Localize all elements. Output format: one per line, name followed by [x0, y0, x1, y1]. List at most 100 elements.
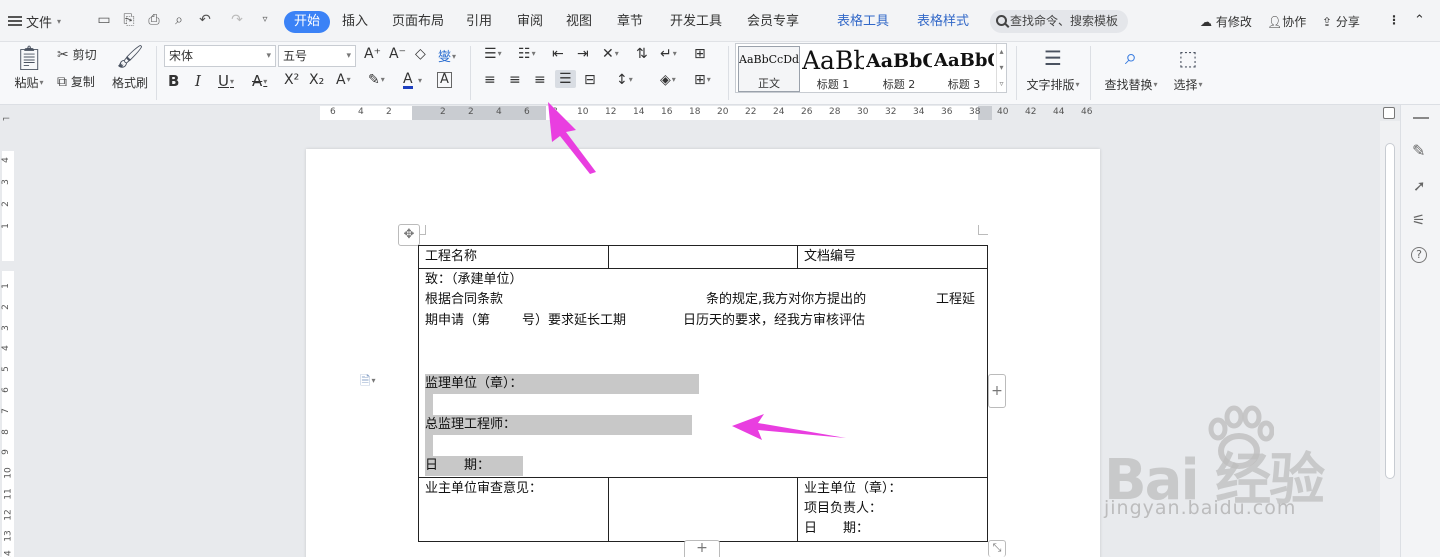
file-menu-button[interactable]: 文件 ▾	[8, 10, 61, 32]
underline-icon[interactable]: U▾	[218, 72, 234, 90]
collapse-ribbon-icon[interactable]: ⌃	[1414, 13, 1425, 28]
share-button[interactable]: ⇪ 分享	[1322, 13, 1360, 30]
style-heading-3[interactable]: AaBbC 标题 3	[934, 46, 994, 92]
cut-button[interactable]: ✂ 剪切	[57, 46, 97, 63]
ruler-number: 44	[1053, 107, 1065, 117]
font-color-icon[interactable]: A	[403, 72, 413, 89]
vertical-scrollbar[interactable]	[1380, 121, 1400, 557]
print-icon[interactable]: ⎙	[145, 11, 163, 29]
vertical-ruler[interactable]: 4 3 2 1 1 2 3 4 5 6 7 8 9 10 11 12 13 14	[0, 121, 16, 557]
copy-icon: ⧉	[57, 74, 67, 90]
show-marks-icon[interactable]: ↵▾	[660, 46, 677, 62]
highlight-icon[interactable]: ✎▾	[368, 72, 385, 88]
separator	[156, 46, 157, 100]
ruler-number: 10	[577, 107, 589, 117]
text-effect-icon[interactable]: A▾	[336, 72, 351, 88]
more-icon[interactable]: ⋮	[1388, 13, 1400, 27]
settings-sliders-icon[interactable]: ⚟	[1412, 211, 1425, 229]
tab-member[interactable]: 会员专享	[747, 11, 799, 33]
collab-button[interactable]: 👤︎协作	[1267, 13, 1306, 30]
strikethrough-icon[interactable]: A▾	[252, 72, 267, 90]
tab-table-style[interactable]: 表格样式	[917, 11, 969, 33]
find-replace-button[interactable]: ⌕ 查找替换▾	[1102, 44, 1160, 93]
owner-review-value[interactable]	[608, 477, 798, 542]
paste-button[interactable]: 📋︎ 粘贴▾	[12, 44, 46, 91]
align-left-icon[interactable]: ≡	[484, 72, 496, 88]
document-number-label[interactable]: 文档编号	[797, 245, 988, 269]
superscript-icon[interactable]: X²	[284, 72, 299, 88]
paragraph-marker-icon[interactable]: 🗎︎▾	[360, 372, 375, 394]
pointer-icon[interactable]: ➚	[1413, 177, 1426, 195]
tab-references[interactable]: 引用	[466, 11, 492, 33]
distributed-align-icon[interactable]: ⊟	[584, 72, 596, 88]
add-column-button[interactable]: +	[988, 374, 1006, 408]
horizontal-ruler[interactable]: 6 4 2 2 2 4 6 8 10 12 14 16 18 20 22 24 26 28 30 32 34 36 38 40…	[0, 105, 1400, 121]
tab-review[interactable]: 审阅	[517, 11, 543, 33]
increase-indent-icon[interactable]: ⇥	[577, 46, 589, 62]
tab-section[interactable]: 章节	[617, 11, 643, 33]
command-search-input[interactable]: 查找命令、搜索模板	[990, 10, 1128, 33]
style-heading-1[interactable]: AaBb 标题 1	[802, 46, 864, 92]
ruler-number: 8	[0, 428, 11, 435]
table-move-handle-icon[interactable]: ✥	[398, 224, 420, 246]
save-icon[interactable]: ▭	[95, 11, 113, 29]
align-center-icon[interactable]: ≡	[509, 72, 521, 88]
sort-icon[interactable]: ⇅	[636, 46, 648, 62]
ruler-number: 4	[0, 157, 11, 163]
redo-icon[interactable]: ↷	[228, 11, 246, 29]
pen-icon[interactable]: ✎	[1412, 141, 1425, 160]
project-name-label[interactable]: 工程名称	[418, 245, 609, 269]
select-button[interactable]: ⬚ 选择▾	[1168, 44, 1208, 93]
phonetic-guide-icon[interactable]: 燮▾	[438, 46, 456, 65]
customize-toolbar-icon[interactable]: ▿	[256, 11, 274, 29]
style-heading-2[interactable]: AaBbC 标题 2	[866, 46, 932, 92]
panel-collapse-icon[interactable]	[1413, 117, 1429, 119]
format-painter-button[interactable]: 🖌︎ 格式刷	[110, 44, 150, 91]
italic-icon[interactable]: I	[195, 72, 201, 90]
bold-icon[interactable]: B	[168, 72, 179, 90]
style-gallery-scroll[interactable]: ▴ ▾ ▿	[996, 44, 1006, 92]
tab-table-tools[interactable]: 表格工具	[837, 11, 889, 33]
help-icon[interactable]: ?	[1411, 247, 1427, 263]
chevron-down-icon: ▾	[57, 16, 62, 26]
align-right-icon[interactable]: ≡	[534, 72, 546, 88]
tab-insert[interactable]: 插入	[342, 11, 368, 33]
clear-format-icon[interactable]: ◇	[415, 46, 426, 62]
table-resize-handle-icon[interactable]: ⤡	[988, 540, 1006, 557]
shrink-font-icon[interactable]: A⁻	[389, 46, 406, 62]
changes-button[interactable]: ☁ 有修改	[1200, 13, 1252, 30]
borders-icon[interactable]: ⊞▾	[694, 72, 711, 88]
share-icon: ⇪	[1322, 15, 1333, 29]
decrease-indent-icon[interactable]: ⇤	[552, 46, 564, 62]
chinese-layout-icon[interactable]: ✕▾	[602, 46, 619, 62]
project-name-value[interactable]	[608, 245, 798, 269]
char-border-icon[interactable]: A	[437, 72, 452, 88]
export-icon[interactable]: ⎘	[120, 11, 138, 29]
format-painter-label: 格式刷	[111, 76, 148, 90]
split-view-icon[interactable]	[1383, 107, 1395, 119]
bullet-list-icon[interactable]: ☰▾	[484, 46, 502, 62]
justify-icon[interactable]: ☰	[555, 70, 576, 88]
approval-content-cell[interactable]: 致：（承建单位） 根据合同条款 条的规定,我方对你方提出的 工程延 期申请（第 …	[418, 268, 988, 478]
line-spacing-icon[interactable]: ↕▾	[616, 72, 633, 88]
scrollbar-thumb[interactable]	[1385, 143, 1395, 479]
shading-icon[interactable]: ◈▾	[660, 72, 676, 88]
tab-view[interactable]: 视图	[566, 11, 592, 33]
subscript-icon[interactable]: X₂	[309, 72, 324, 88]
undo-icon[interactable]: ↶	[196, 11, 214, 29]
owner-review-cell[interactable]: 业主单位审查意见：	[418, 477, 609, 542]
owner-sign-cell[interactable]: 业主单位（章）： 项目负责人： 日 期：	[797, 477, 988, 542]
tab-developer[interactable]: 开发工具	[670, 11, 722, 33]
text-layout-button[interactable]: ☰ 文字排版▾	[1024, 44, 1082, 93]
add-row-button[interactable]: +	[684, 540, 720, 557]
tab-home[interactable]: 开始	[284, 11, 331, 33]
print-preview-icon[interactable]: ⌕	[170, 11, 188, 29]
table-grid-icon[interactable]: ⊞	[694, 46, 706, 62]
numbered-list-icon[interactable]: ☷▾	[518, 46, 536, 62]
font-size-select[interactable]: 五号	[278, 45, 356, 67]
grow-font-icon[interactable]: A⁺	[364, 46, 381, 62]
font-name-select[interactable]: 宋体	[164, 45, 276, 67]
copy-button[interactable]: ⧉ 复制	[57, 73, 95, 90]
tab-page-layout[interactable]: 页面布局	[392, 11, 444, 33]
style-normal[interactable]: AaBbCcDd 正文	[738, 46, 800, 92]
